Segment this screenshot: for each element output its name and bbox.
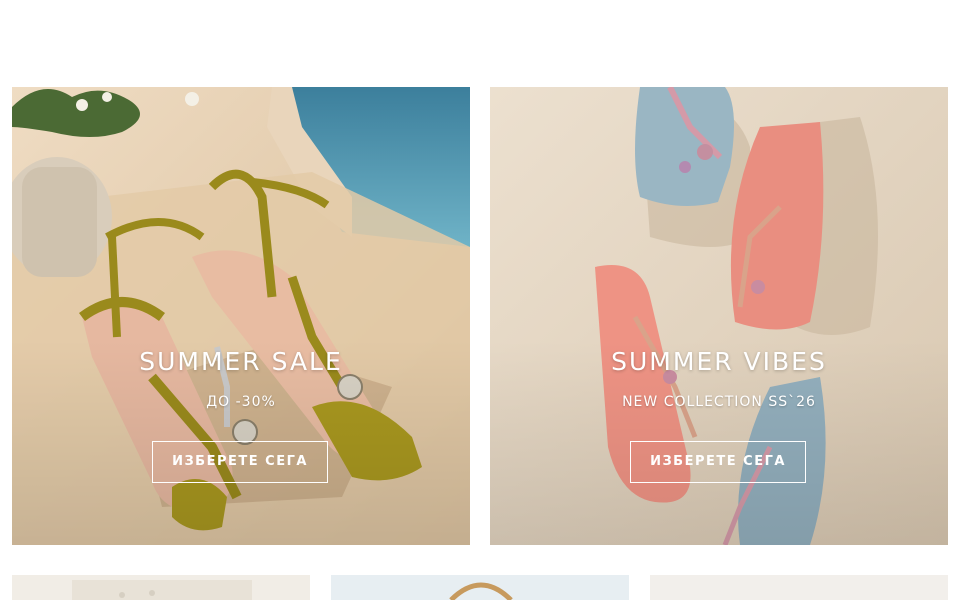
promo-card-lace[interactable] (12, 575, 310, 600)
promo-title: SUMMER SALE (139, 347, 343, 376)
promo-card-summer-vibes[interactable]: SUMMER VIBES NEW COLLECTION SS`26 ИЗБЕРЕ… (490, 87, 948, 545)
woven-bag-image (331, 575, 629, 600)
promo-title: SUMMER VIBES (611, 347, 827, 376)
promo-card-bag[interactable] (331, 575, 629, 600)
promo-subtitle: NEW COLLECTION SS`26 (622, 394, 816, 410)
promo-card-summer-sale[interactable]: SUMMER SALE ДО -30% ИЗБЕРЕТЕ СЕГА (12, 87, 470, 545)
shop-now-button[interactable]: ИЗБЕРЕТЕ СЕГА (152, 441, 328, 483)
promo-grid: SUMMER SALE ДО -30% ИЗБЕРЕТЕ СЕГА SUMMER… (12, 87, 948, 545)
page: SUMMER SALE ДО -30% ИЗБЕРЕТЕ СЕГА SUMMER… (0, 0, 960, 600)
promo-card-neutral[interactable] (650, 575, 948, 600)
promo-subtitle: ДО -30% (206, 394, 276, 410)
lace-garment-image (12, 575, 310, 600)
shop-now-button[interactable]: ИЗБЕРЕТЕ СЕГА (630, 441, 806, 483)
promo-overlay: SUMMER SALE ДО -30% ИЗБЕРЕТЕ СЕГА (12, 87, 470, 545)
secondary-promo-row (12, 575, 948, 600)
promo-overlay: SUMMER VIBES NEW COLLECTION SS`26 ИЗБЕРЕ… (490, 87, 948, 545)
neutral-product-image (650, 575, 948, 600)
